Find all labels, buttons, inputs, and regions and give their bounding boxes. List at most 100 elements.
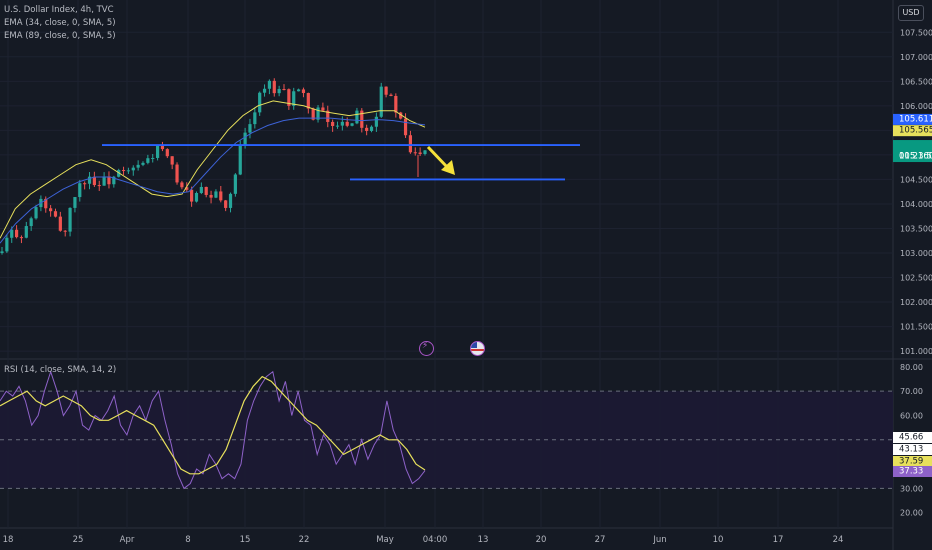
x-tick-label: 22 [299, 535, 310, 545]
candle-body [403, 118, 408, 136]
y-tick-label: 101.500 [900, 323, 932, 332]
x-tick-label: 24 [833, 535, 844, 545]
x-tick-label: 27 [595, 535, 606, 545]
candle-body [267, 80, 272, 89]
candle-body [306, 93, 310, 109]
candle-body [53, 211, 58, 217]
x-tick-label: 13 [478, 535, 489, 545]
candle-body [277, 89, 281, 94]
candle-body [151, 157, 155, 159]
candle-body [301, 89, 306, 94]
candle-body [219, 191, 223, 201]
legend-ema34: EMA (34, close, 0, SMA, 5) [4, 18, 116, 28]
y-tick-label: 101.000 [900, 347, 932, 356]
candle-body [180, 182, 184, 188]
candle-body [10, 229, 14, 238]
us-flag-icon[interactable] [470, 341, 485, 356]
candle-body [365, 127, 369, 131]
candle-body [146, 158, 150, 163]
price-label-countdown: 01:23:58 [899, 152, 932, 162]
candle-body [107, 176, 111, 185]
rsi-label-upper-band: 45.66 [899, 433, 923, 443]
candle-body [102, 176, 106, 186]
candle-body [63, 230, 67, 232]
candle-body [331, 121, 335, 127]
candle-body [5, 237, 9, 252]
candle-body [282, 89, 286, 91]
x-tick-label: 10 [713, 535, 724, 545]
candle-body [335, 125, 340, 127]
x-tick-label: Apr [120, 535, 135, 545]
candle-body [209, 194, 213, 198]
y-tick-label: 102.000 [900, 298, 932, 307]
candle-body [68, 207, 72, 232]
x-tick-label: 8 [185, 535, 190, 545]
candle-body [321, 107, 325, 111]
candle-body [141, 162, 145, 165]
candle-body [248, 124, 252, 133]
legend-rsi: RSI (14, close, SMA, 14, 2) [4, 365, 117, 375]
candle-body [224, 200, 228, 208]
candle-body [355, 110, 359, 124]
rsi-tick-label: 60.00 [900, 411, 923, 420]
candle-body [413, 152, 417, 154]
y-tick-label: 103.500 [900, 224, 932, 233]
candle-body [296, 89, 301, 92]
rsi-tick-label: 70.00 [900, 387, 923, 396]
candle-body [340, 121, 344, 126]
bolt-icon[interactable] [419, 341, 434, 356]
y-tick-label: 104.500 [900, 175, 932, 184]
candle-body [121, 170, 126, 172]
candle-body [29, 218, 33, 227]
candle-body [243, 132, 247, 145]
candle-body [345, 121, 349, 126]
candle-body [228, 193, 233, 208]
y-tick-label: 104.000 [900, 200, 932, 209]
x-tick-label: May [376, 535, 394, 545]
candle-body [389, 94, 393, 96]
chart-canvas[interactable]: 18 25 Apr 8 15 22 May 04:00 13 20 27 Jun 10 17 24 107.5… [0, 0, 932, 550]
candle-body [394, 95, 398, 113]
candle-body [194, 192, 199, 202]
candle-body [350, 123, 354, 126]
candle-body [34, 207, 38, 219]
rsi-tick-label: 20.00 [900, 509, 923, 518]
candle-body [165, 149, 169, 157]
candle-body [83, 183, 87, 185]
candle-body [0, 251, 4, 253]
y-tick-label: 107.500 [900, 28, 932, 37]
candle-body [272, 80, 276, 94]
x-tick-label: 20 [536, 535, 547, 545]
candle-body [423, 150, 427, 154]
legend-ema89: EMA (89, close, 0, SMA, 5) [4, 31, 116, 41]
rsi-label-ma: 37.59 [899, 457, 923, 467]
candle-body [233, 174, 237, 194]
candle-body [384, 86, 388, 95]
x-tick-label: Jun [652, 535, 666, 545]
candle-body [199, 186, 203, 193]
candle-body [418, 152, 422, 154]
legend-title: U.S. Dollar Index, 4h, TVC [4, 5, 114, 15]
candle-body [92, 176, 96, 186]
candle-body [190, 189, 194, 202]
candle-body [170, 156, 174, 165]
candle-body [14, 229, 19, 238]
y-tick-label: 102.500 [900, 274, 932, 283]
candle-body [58, 216, 62, 231]
candle-body [369, 126, 374, 131]
candle-body [214, 191, 218, 198]
candle-body [258, 92, 262, 113]
currency-badge[interactable]: USD [898, 5, 924, 21]
x-tick-label: 18 [3, 535, 14, 545]
candle-body [136, 164, 140, 168]
rsi-tick-label: 30.00 [900, 484, 923, 493]
candle-body [19, 237, 24, 239]
candle-body [175, 164, 179, 183]
price-label-ema89: 105.611 [899, 114, 932, 124]
y-tick-label: 106.000 [900, 102, 932, 111]
candle-body [374, 116, 378, 127]
rsi-label-lower-band: 43.13 [899, 445, 923, 455]
x-tick-label: 15 [240, 535, 251, 545]
candle-body [24, 226, 28, 238]
y-tick-label: 107.000 [900, 53, 932, 62]
